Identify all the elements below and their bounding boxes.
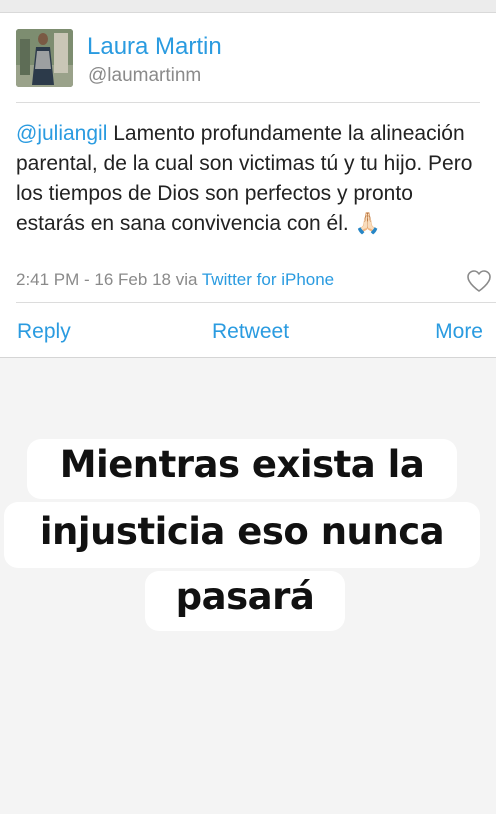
heart-icon[interactable] (466, 269, 492, 293)
caption-text: pasará (175, 575, 315, 618)
divider (16, 302, 496, 303)
caption-line-3: pasará (145, 571, 345, 631)
caption-line-1: Mientras exista la (27, 439, 457, 499)
top-strip (0, 0, 496, 12)
tweet-text: @juliangil Lamento profundamente la alin… (16, 119, 486, 239)
avatar-photo (16, 29, 73, 87)
timestamp: 2:41 PM - 16 Feb 18 via (16, 270, 202, 289)
divider (0, 357, 496, 358)
tweet-card: Laura Martin @laumartinm @juliangil Lame… (0, 12, 496, 358)
reply-button[interactable]: Reply (17, 320, 71, 344)
avatar[interactable] (16, 29, 73, 87)
divider (0, 12, 496, 13)
caption-text: Mientras exista la (59, 443, 425, 486)
caption-line-2: injusticia eso nunca (4, 502, 480, 568)
mention-link[interactable]: @juliangil (16, 122, 107, 145)
author-handle[interactable]: @laumartinm (88, 65, 201, 87)
tweet-meta: 2:41 PM - 16 Feb 18 via Twitter for iPho… (16, 270, 334, 290)
action-bar: Reply Retweet More (0, 318, 496, 348)
divider (16, 102, 480, 103)
caption-text: injusticia eso nunca (39, 510, 445, 553)
author-name[interactable]: Laura Martin (87, 33, 222, 61)
client-link[interactable]: Twitter for iPhone (202, 270, 334, 289)
retweet-button[interactable]: Retweet (212, 320, 289, 344)
more-button[interactable]: More (435, 320, 483, 344)
